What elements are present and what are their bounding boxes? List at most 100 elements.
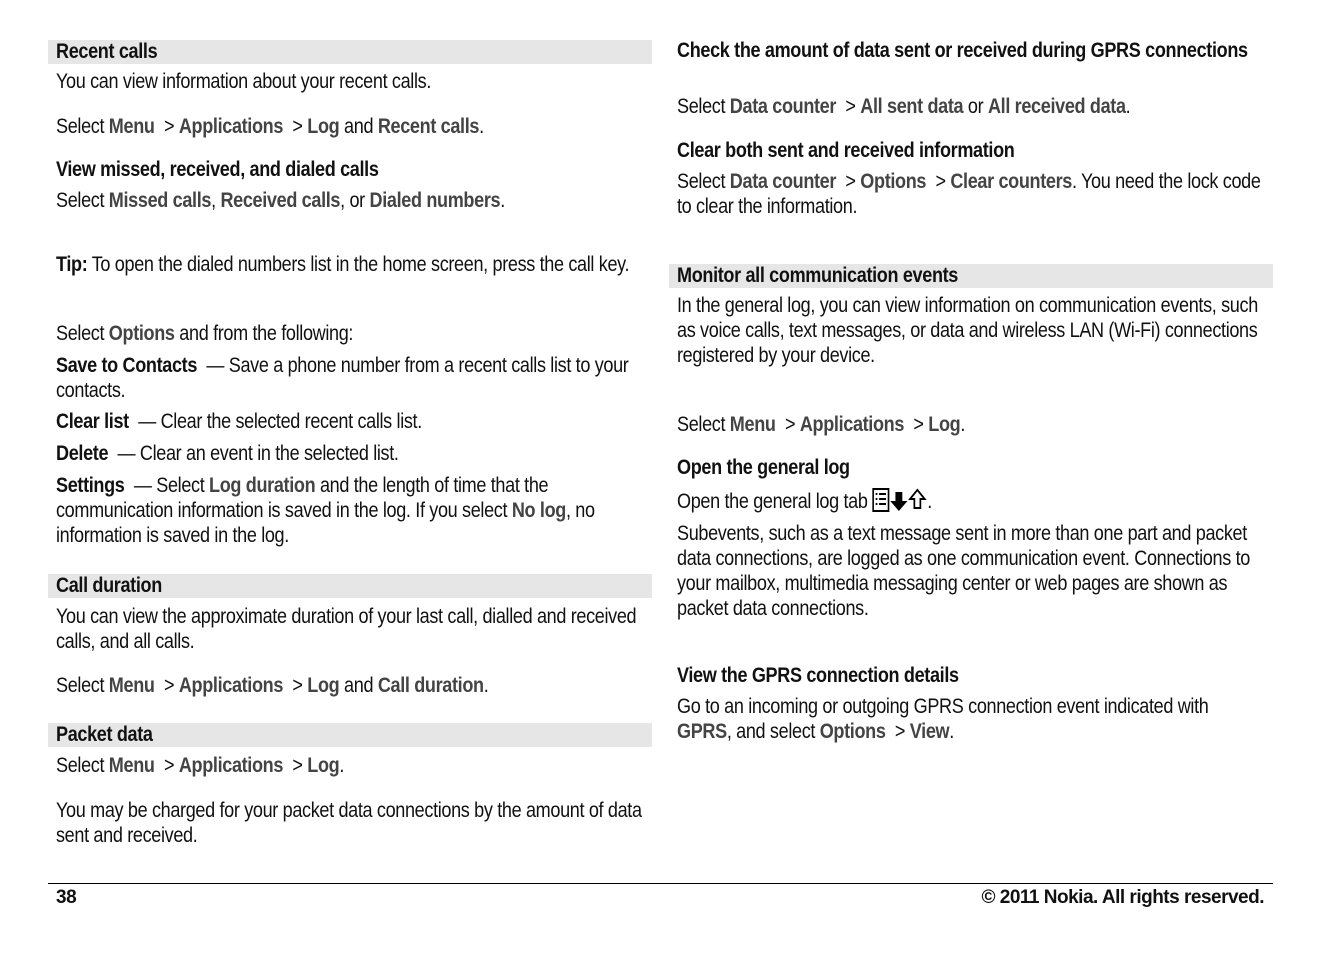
ui-keyword: Log [307,754,340,777]
text-run: . [500,189,505,212]
text-run: > [287,754,308,777]
text-run: and from the following: [174,322,354,345]
check-amount-instruction: Select Data counter > All sent data or A… [677,94,1265,119]
text-run: . [479,115,484,138]
section-header-recent-calls: Recent calls [48,40,652,64]
options-keyword: Options [108,322,175,345]
monitor-intro: In the general log, you can view informa… [677,294,1263,367]
ui-keyword: Menu [108,754,155,777]
text-run: or [963,95,988,118]
all-sent-data-keyword: All sent data [860,95,964,118]
text-run: Select [56,674,109,697]
recent-calls-keyword: Recent calls [377,115,480,138]
ui-keyword: Options [860,170,927,193]
ui-keyword: Menu [108,674,155,697]
section-title: Call duration [56,574,162,597]
text-run: > [890,720,910,743]
view-keyword: View [909,720,950,743]
text-run: > [287,115,308,138]
menu-keyword: Menu [108,115,155,138]
text-run: . [483,674,489,697]
ui-keyword: Options [819,720,886,743]
text-run: > [930,170,951,193]
text-run: Select [56,189,109,212]
ui-keyword: Menu [729,413,776,436]
text-run: — Clear an event in the selected list. [117,442,399,465]
option-term: Clear list [56,410,129,433]
log-duration-keyword: Log duration [209,474,316,497]
text-run: > [840,170,861,193]
text-run: > [840,95,861,118]
subevents-paragraph: Subevents, such as a text message sent i… [677,522,1255,620]
text-run: Open the general log tab [677,490,873,513]
recent-calls-intro: You can view information about your rece… [56,70,432,93]
option-clear-list: Clear list — Clear the selected recent c… [56,409,644,434]
text-run: and [339,115,378,138]
transfer-arrows-icon [889,488,927,518]
subheading-check-amount: Check the amount of data sent or receive… [677,39,1248,62]
applications-keyword: Applications [178,115,284,138]
missed-calls-keyword: Missed calls [108,189,212,212]
text-run: . [339,754,345,777]
text-run: > [908,413,929,436]
text-run: . [960,413,966,436]
ui-keyword: Log [928,413,961,436]
text-run: > [159,754,179,777]
ui-keyword: Applications [178,674,284,697]
section-title: Packet data [56,723,153,746]
open-log-instruction: Open the general log tab . [677,488,1265,518]
subheading-clear-both: Clear both sent and received information [677,139,1015,162]
text-run: Select [56,322,109,345]
option-term: Settings [56,474,125,497]
text-run: — Clear the selected recent calls list. [138,410,422,433]
log-keyword: Log [307,115,340,138]
ui-keyword: Applications [178,754,284,777]
option-term: Delete [56,442,109,465]
option-term: Save to Contacts [56,354,198,377]
section-header-packet-data: Packet data [48,723,652,747]
text-run: Select [56,115,109,138]
gprs-details-instruction: Go to an incoming or outgoing GPRS conne… [677,694,1265,744]
section-header-call-duration: Call duration [48,574,652,598]
text-run: > [287,674,308,697]
view-missed-instruction: Select Missed calls, Received calls, or … [56,188,644,213]
text-run: > [159,115,179,138]
options-intro: Select Options and from the following: [56,321,644,346]
text-run: and [339,674,378,697]
subheading-open-log: Open the general log [677,456,850,479]
option-save-to-contacts: Save to Contacts — Save a phone number f… [56,353,644,403]
section-header-monitor: Monitor all communication events [669,264,1273,288]
tip-paragraph: Tip: To open the dialed numbers list in … [56,252,644,277]
subheading-gprs-details: View the GPRS connection details [677,664,959,687]
dialed-numbers-keyword: Dialed numbers [369,189,501,212]
text-run: , or [340,189,370,212]
text-run: , [211,189,221,212]
text-run: > [780,413,800,436]
text-run: Select [677,95,730,118]
call-duration-keyword: Call duration [377,674,484,697]
section-title: Monitor all communication events [677,264,959,287]
received-calls-keyword: Received calls [220,189,341,212]
text-run: , and select [726,720,820,743]
option-delete: Delete — Clear an event in the selected … [56,441,644,466]
all-received-data-keyword: All received data [987,95,1126,118]
text-run: Select [677,413,730,436]
text-run: Select [56,754,109,777]
section-title: Recent calls [56,40,158,63]
text-run: . [949,720,954,743]
clear-counters-keyword: Clear counters [950,170,1072,193]
subheading-view-missed: View missed, received, and dialed calls [56,158,379,181]
page-number: 38 [56,887,77,908]
text-run: . [927,490,932,513]
no-log-keyword: No log [511,499,566,522]
monitor-instruction: Select Menu > Applications > Log. [677,412,1265,437]
call-duration-instruction: Select Menu > Applications > Log and Cal… [56,673,644,698]
recent-calls-instruction: Select Menu > Applications > Log and Rec… [56,114,644,139]
ui-keyword: Log [307,674,340,697]
text-run: . [1125,95,1131,118]
ui-keyword: Data counter [729,170,837,193]
text-run: Go to an incoming or outgoing GPRS conne… [677,695,1214,718]
data-counter-keyword: Data counter [729,95,837,118]
gprs-keyword: GPRS [677,720,727,743]
footer-divider [48,883,1273,884]
